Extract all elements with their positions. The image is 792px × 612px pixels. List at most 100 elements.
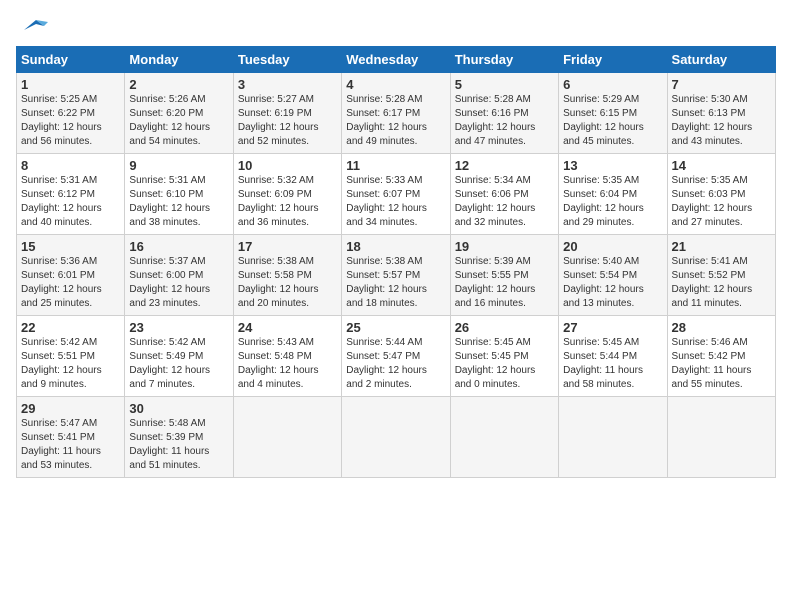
table-cell — [559, 397, 667, 478]
day-number: 20 — [563, 239, 662, 254]
day-info: Sunrise: 5:45 AMSunset: 5:45 PMDaylight:… — [455, 336, 554, 392]
table-cell: 15Sunrise: 5:36 AMSunset: 6:01 PMDayligh… — [17, 235, 125, 316]
col-monday: Monday — [125, 47, 233, 73]
day-info: Sunrise: 5:45 AMSunset: 5:44 PMDaylight:… — [563, 336, 662, 392]
table-cell: 12Sunrise: 5:34 AMSunset: 6:06 PMDayligh… — [450, 154, 558, 235]
day-info: Sunrise: 5:47 AMSunset: 5:41 PMDaylight:… — [21, 417, 120, 473]
day-info: Sunrise: 5:30 AMSunset: 6:13 PMDaylight:… — [672, 93, 771, 149]
col-tuesday: Tuesday — [233, 47, 341, 73]
table-cell: 19Sunrise: 5:39 AMSunset: 5:55 PMDayligh… — [450, 235, 558, 316]
day-info: Sunrise: 5:41 AMSunset: 5:52 PMDaylight:… — [672, 255, 771, 311]
logo-icon — [16, 16, 48, 44]
day-info: Sunrise: 5:29 AMSunset: 6:15 PMDaylight:… — [563, 93, 662, 149]
day-number: 6 — [563, 77, 662, 92]
header — [16, 16, 776, 36]
day-number: 22 — [21, 320, 120, 335]
day-info: Sunrise: 5:48 AMSunset: 5:39 PMDaylight:… — [129, 417, 228, 473]
table-cell: 21Sunrise: 5:41 AMSunset: 5:52 PMDayligh… — [667, 235, 775, 316]
day-info: Sunrise: 5:40 AMSunset: 5:54 PMDaylight:… — [563, 255, 662, 311]
day-number: 12 — [455, 158, 554, 173]
table-cell: 10Sunrise: 5:32 AMSunset: 6:09 PMDayligh… — [233, 154, 341, 235]
day-number: 28 — [672, 320, 771, 335]
day-number: 24 — [238, 320, 337, 335]
table-cell: 22Sunrise: 5:42 AMSunset: 5:51 PMDayligh… — [17, 316, 125, 397]
col-friday: Friday — [559, 47, 667, 73]
day-number: 16 — [129, 239, 228, 254]
table-cell: 3Sunrise: 5:27 AMSunset: 6:19 PMDaylight… — [233, 73, 341, 154]
table-cell: 20Sunrise: 5:40 AMSunset: 5:54 PMDayligh… — [559, 235, 667, 316]
day-number: 30 — [129, 401, 228, 416]
table-cell: 29Sunrise: 5:47 AMSunset: 5:41 PMDayligh… — [17, 397, 125, 478]
day-number: 21 — [672, 239, 771, 254]
day-info: Sunrise: 5:35 AMSunset: 6:04 PMDaylight:… — [563, 174, 662, 230]
day-number: 13 — [563, 158, 662, 173]
day-number: 3 — [238, 77, 337, 92]
table-cell: 4Sunrise: 5:28 AMSunset: 6:17 PMDaylight… — [342, 73, 450, 154]
table-cell: 11Sunrise: 5:33 AMSunset: 6:07 PMDayligh… — [342, 154, 450, 235]
table-cell: 14Sunrise: 5:35 AMSunset: 6:03 PMDayligh… — [667, 154, 775, 235]
table-cell: 5Sunrise: 5:28 AMSunset: 6:16 PMDaylight… — [450, 73, 558, 154]
table-cell — [450, 397, 558, 478]
table-cell: 13Sunrise: 5:35 AMSunset: 6:04 PMDayligh… — [559, 154, 667, 235]
day-info: Sunrise: 5:34 AMSunset: 6:06 PMDaylight:… — [455, 174, 554, 230]
table-cell: 18Sunrise: 5:38 AMSunset: 5:57 PMDayligh… — [342, 235, 450, 316]
day-number: 2 — [129, 77, 228, 92]
day-info: Sunrise: 5:26 AMSunset: 6:20 PMDaylight:… — [129, 93, 228, 149]
day-info: Sunrise: 5:31 AMSunset: 6:12 PMDaylight:… — [21, 174, 120, 230]
calendar-row: 22Sunrise: 5:42 AMSunset: 5:51 PMDayligh… — [17, 316, 776, 397]
table-cell: 17Sunrise: 5:38 AMSunset: 5:58 PMDayligh… — [233, 235, 341, 316]
day-number: 19 — [455, 239, 554, 254]
day-number: 4 — [346, 77, 445, 92]
calendar-container: Sunday Monday Tuesday Wednesday Thursday… — [0, 0, 792, 486]
day-number: 9 — [129, 158, 228, 173]
table-cell: 9Sunrise: 5:31 AMSunset: 6:10 PMDaylight… — [125, 154, 233, 235]
col-saturday: Saturday — [667, 47, 775, 73]
day-number: 25 — [346, 320, 445, 335]
col-sunday: Sunday — [17, 47, 125, 73]
table-cell: 1Sunrise: 5:25 AMSunset: 6:22 PMDaylight… — [17, 73, 125, 154]
day-info: Sunrise: 5:35 AMSunset: 6:03 PMDaylight:… — [672, 174, 771, 230]
day-info: Sunrise: 5:42 AMSunset: 5:51 PMDaylight:… — [21, 336, 120, 392]
table-cell: 27Sunrise: 5:45 AMSunset: 5:44 PMDayligh… — [559, 316, 667, 397]
day-info: Sunrise: 5:38 AMSunset: 5:57 PMDaylight:… — [346, 255, 445, 311]
day-number: 11 — [346, 158, 445, 173]
day-number: 14 — [672, 158, 771, 173]
header-row: Sunday Monday Tuesday Wednesday Thursday… — [17, 47, 776, 73]
day-number: 8 — [21, 158, 120, 173]
day-info: Sunrise: 5:28 AMSunset: 6:16 PMDaylight:… — [455, 93, 554, 149]
day-info: Sunrise: 5:25 AMSunset: 6:22 PMDaylight:… — [21, 93, 120, 149]
table-cell: 30Sunrise: 5:48 AMSunset: 5:39 PMDayligh… — [125, 397, 233, 478]
table-cell: 25Sunrise: 5:44 AMSunset: 5:47 PMDayligh… — [342, 316, 450, 397]
day-info: Sunrise: 5:44 AMSunset: 5:47 PMDaylight:… — [346, 336, 445, 392]
day-info: Sunrise: 5:28 AMSunset: 6:17 PMDaylight:… — [346, 93, 445, 149]
day-number: 17 — [238, 239, 337, 254]
day-number: 5 — [455, 77, 554, 92]
day-number: 1 — [21, 77, 120, 92]
day-info: Sunrise: 5:38 AMSunset: 5:58 PMDaylight:… — [238, 255, 337, 311]
table-cell — [342, 397, 450, 478]
day-number: 26 — [455, 320, 554, 335]
calendar-row: 1Sunrise: 5:25 AMSunset: 6:22 PMDaylight… — [17, 73, 776, 154]
day-info: Sunrise: 5:46 AMSunset: 5:42 PMDaylight:… — [672, 336, 771, 392]
table-cell: 23Sunrise: 5:42 AMSunset: 5:49 PMDayligh… — [125, 316, 233, 397]
day-info: Sunrise: 5:42 AMSunset: 5:49 PMDaylight:… — [129, 336, 228, 392]
day-number: 27 — [563, 320, 662, 335]
day-info: Sunrise: 5:39 AMSunset: 5:55 PMDaylight:… — [455, 255, 554, 311]
table-cell — [233, 397, 341, 478]
col-wednesday: Wednesday — [342, 47, 450, 73]
day-info: Sunrise: 5:43 AMSunset: 5:48 PMDaylight:… — [238, 336, 337, 392]
table-cell — [667, 397, 775, 478]
calendar-table: Sunday Monday Tuesday Wednesday Thursday… — [16, 46, 776, 478]
table-cell: 28Sunrise: 5:46 AMSunset: 5:42 PMDayligh… — [667, 316, 775, 397]
table-cell: 24Sunrise: 5:43 AMSunset: 5:48 PMDayligh… — [233, 316, 341, 397]
day-info: Sunrise: 5:27 AMSunset: 6:19 PMDaylight:… — [238, 93, 337, 149]
day-number: 15 — [21, 239, 120, 254]
table-cell: 2Sunrise: 5:26 AMSunset: 6:20 PMDaylight… — [125, 73, 233, 154]
calendar-row: 29Sunrise: 5:47 AMSunset: 5:41 PMDayligh… — [17, 397, 776, 478]
day-info: Sunrise: 5:36 AMSunset: 6:01 PMDaylight:… — [21, 255, 120, 311]
day-number: 10 — [238, 158, 337, 173]
day-number: 18 — [346, 239, 445, 254]
table-cell: 26Sunrise: 5:45 AMSunset: 5:45 PMDayligh… — [450, 316, 558, 397]
calendar-row: 15Sunrise: 5:36 AMSunset: 6:01 PMDayligh… — [17, 235, 776, 316]
table-cell: 8Sunrise: 5:31 AMSunset: 6:12 PMDaylight… — [17, 154, 125, 235]
